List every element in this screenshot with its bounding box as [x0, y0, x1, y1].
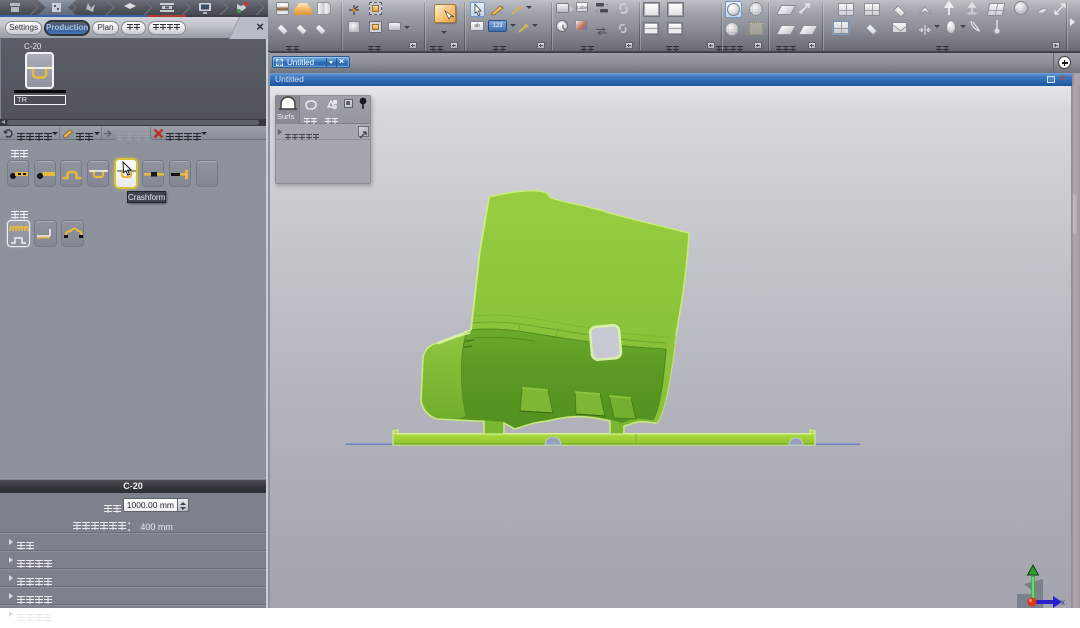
svg-text:x: x — [1061, 598, 1065, 607]
svg-text:z: z — [1030, 553, 1034, 562]
